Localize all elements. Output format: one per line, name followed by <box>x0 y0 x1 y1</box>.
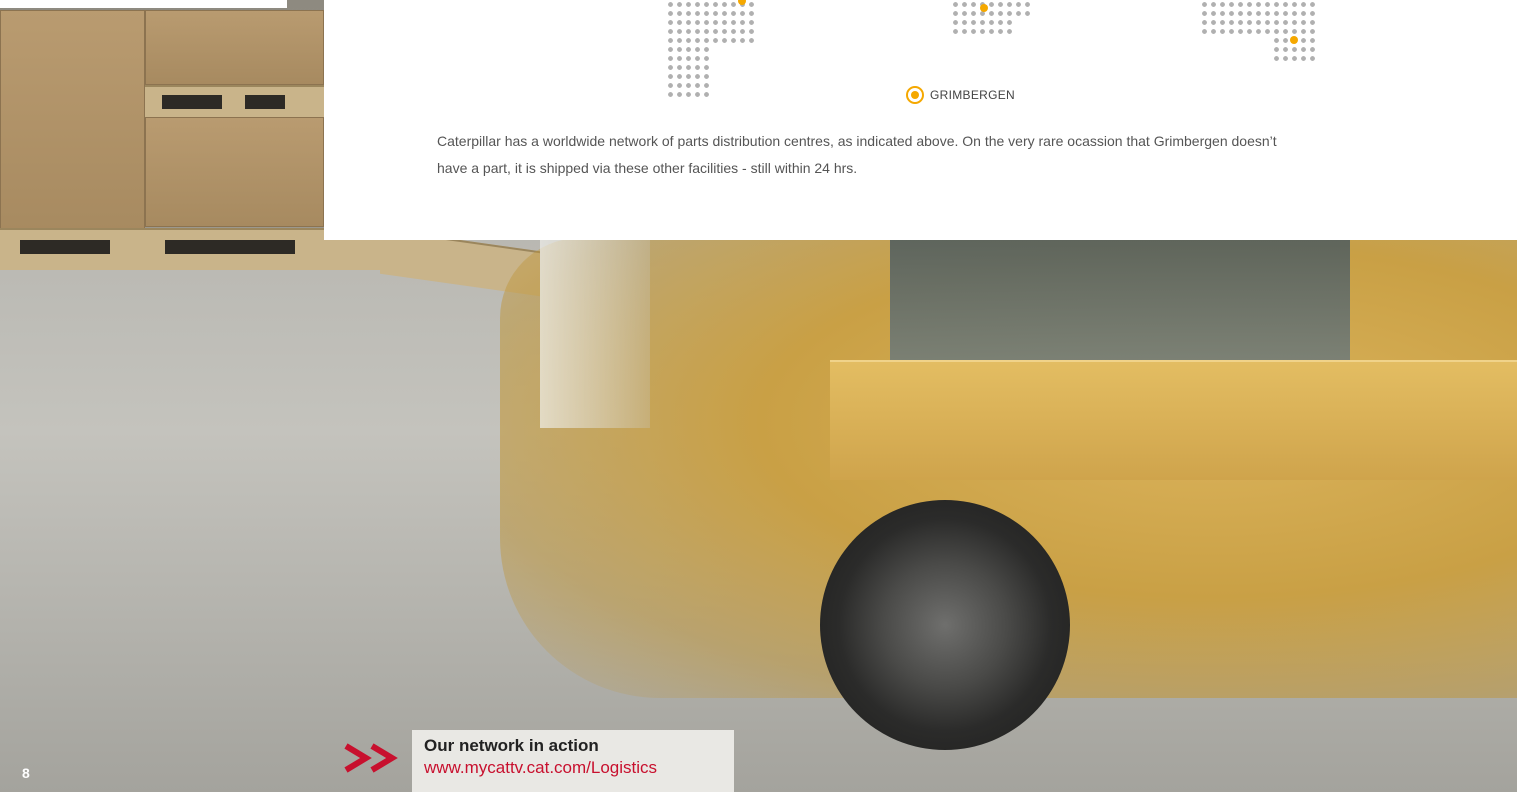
page-number: 8 <box>22 765 30 781</box>
legend-label: GRIMBERGEN <box>930 88 1016 102</box>
distribution-centre-marker <box>980 4 988 12</box>
network-link-box: Our network in action www.mycattv.cat.co… <box>342 730 734 792</box>
forklift-window <box>890 238 1350 363</box>
link-title: Our network in action <box>424 736 599 755</box>
map-fragment-americas <box>666 0 756 45</box>
pallet-gap <box>165 240 295 254</box>
link-card: Our network in action www.mycattv.cat.co… <box>412 730 734 792</box>
cardboard-box <box>0 10 145 235</box>
cardboard-box <box>145 10 324 85</box>
pallet-gap <box>20 240 110 254</box>
pallet-gap <box>245 95 285 109</box>
map-fragment-asia-australia <box>1200 0 1317 36</box>
info-panel: GRIMBERGEN Caterpillar has a worldwide n… <box>324 0 1517 240</box>
map-fragment-americas <box>666 45 711 99</box>
cardboard-box <box>145 117 324 227</box>
forklift-mast <box>540 238 650 428</box>
map-caption: Caterpillar has a worldwide network of p… <box>437 133 1277 176</box>
pallet-gap <box>162 95 222 109</box>
forklift-wheel <box>820 500 1070 750</box>
map-legend: GRIMBERGEN <box>906 83 1015 107</box>
forklift-panel <box>830 360 1517 480</box>
double-chevron-right-icon <box>344 743 398 773</box>
location-dot-icon <box>906 86 924 104</box>
panel-edge <box>0 0 287 8</box>
logistics-video-link[interactable]: www.mycattv.cat.com/Logistics <box>424 757 724 779</box>
map-fragment-europe-africa <box>1014 0 1032 18</box>
distribution-centre-marker <box>1290 36 1298 44</box>
